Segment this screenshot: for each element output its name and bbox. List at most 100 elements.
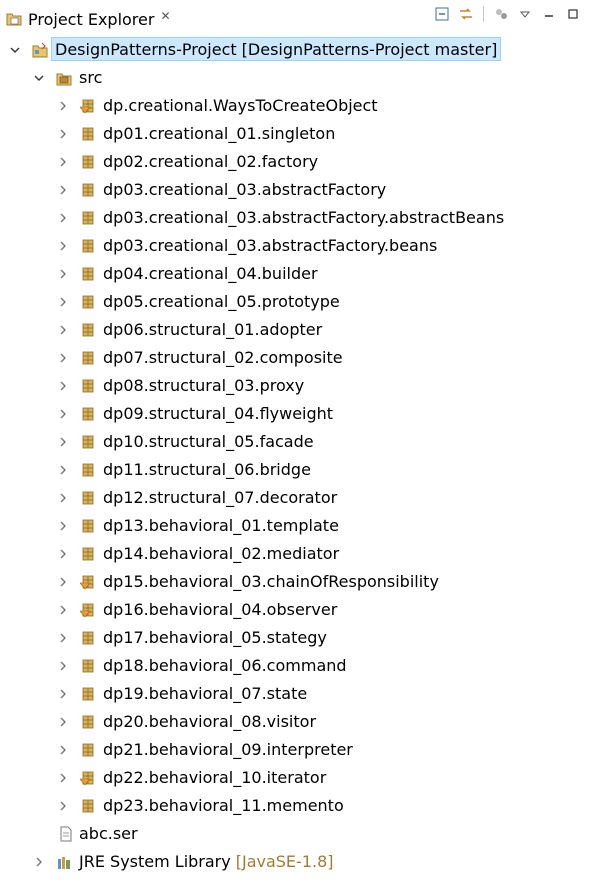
package-label-box[interactable]: dp03.creational_03.abstractFactory.abstr…: [99, 205, 508, 229]
library-label-box[interactable]: JRE System Library [JavaSE-1.8]: [75, 849, 338, 873]
chevron-right-icon[interactable]: [56, 602, 70, 618]
view-tab[interactable]: Project Explorer ✕: [0, 4, 179, 34]
chevron-right-icon[interactable]: [32, 854, 46, 870]
package-label-box[interactable]: dp01.creational_01.singleton: [99, 121, 339, 145]
package-label-box[interactable]: dp03.creational_03.abstractFactory: [99, 177, 390, 201]
package-label-box[interactable]: dp10.structural_05.facade: [99, 429, 318, 453]
tree-row-package[interactable]: dp07.structural_02.composite: [0, 344, 592, 372]
tree-row-src[interactable]: src: [0, 64, 592, 92]
chevron-right-icon[interactable]: [56, 490, 70, 506]
collapse-all-icon[interactable]: [433, 5, 451, 23]
package-icon: [82, 379, 94, 393]
tree-row-package[interactable]: dp01.creational_01.singleton: [0, 120, 592, 148]
chevron-right-icon[interactable]: [56, 378, 70, 394]
tree-row-package[interactable]: dp03.creational_03.abstractFactory.beans: [0, 232, 592, 260]
package-label-box[interactable]: dp14.behavioral_02.mediator: [99, 541, 343, 565]
chevron-right-icon[interactable]: [56, 98, 70, 114]
tree-row-package[interactable]: dp19.behavioral_07.state: [0, 680, 592, 708]
tree-row-file[interactable]: abc.ser: [0, 820, 592, 848]
chevron-right-icon[interactable]: [56, 518, 70, 534]
chevron-right-icon[interactable]: [56, 154, 70, 170]
package-label-box[interactable]: dp17.behavioral_05.stategy: [99, 625, 331, 649]
tree-row-package[interactable]: dp11.structural_06.bridge: [0, 456, 592, 484]
package-label-box[interactable]: dp02.creational_02.factory: [99, 149, 322, 173]
package-label-box[interactable]: dp04.creational_04.builder: [99, 261, 322, 285]
package-label-box[interactable]: dp13.behavioral_01.template: [99, 513, 343, 537]
package-label-box[interactable]: dp15.behavioral_03.chainOfResponsibility: [99, 569, 443, 593]
chevron-right-icon[interactable]: [56, 406, 70, 422]
package-label-box[interactable]: dp20.behavioral_08.visitor: [99, 709, 320, 733]
chevron-right-icon[interactable]: [56, 238, 70, 254]
package-label-box[interactable]: dp21.behavioral_09.interpreter: [99, 737, 357, 761]
package-label-box[interactable]: dp18.behavioral_06.command: [99, 653, 351, 677]
tree-row-package[interactable]: dp02.creational_02.factory: [0, 148, 592, 176]
package-label-box[interactable]: dp07.structural_02.composite: [99, 345, 347, 369]
package-label-box[interactable]: dp22.behavioral_10.iterator: [99, 765, 330, 789]
tree-row-package[interactable]: dp06.structural_01.adopter: [0, 316, 592, 344]
chevron-right-icon[interactable]: [56, 434, 70, 450]
tree-row-package[interactable]: dp12.structural_07.decorator: [0, 484, 592, 512]
package-label-box[interactable]: dp19.behavioral_07.state: [99, 681, 311, 705]
chevron-right-icon[interactable]: [56, 322, 70, 338]
tree-row-package[interactable]: dp22.behavioral_10.iterator: [0, 764, 592, 792]
tree-row-package[interactable]: dp03.creational_03.abstractFactory.abstr…: [0, 204, 592, 232]
chevron-right-icon[interactable]: [56, 210, 70, 226]
package-label-box[interactable]: dp03.creational_03.abstractFactory.beans: [99, 233, 441, 257]
src-label-box[interactable]: src: [75, 65, 106, 89]
tree-row-package[interactable]: dp18.behavioral_06.command: [0, 652, 592, 680]
chevron-right-icon[interactable]: [56, 350, 70, 366]
tree-row-package[interactable]: dp17.behavioral_05.stategy: [0, 624, 592, 652]
package-label-box[interactable]: dp16.behavioral_04.observer: [99, 597, 341, 621]
tree-row-package[interactable]: dp04.creational_04.builder: [0, 260, 592, 288]
tree-row-package[interactable]: dp13.behavioral_01.template: [0, 512, 592, 540]
tree-row-package[interactable]: dp10.structural_05.facade: [0, 428, 592, 456]
package-label-box[interactable]: dp12.structural_07.decorator: [99, 485, 341, 509]
chevron-right-icon[interactable]: [56, 546, 70, 562]
link-with-editor-icon[interactable]: [457, 5, 475, 23]
minimize-icon[interactable]: [540, 5, 558, 23]
tree-row-package[interactable]: dp20.behavioral_08.visitor: [0, 708, 592, 736]
package-label-box[interactable]: dp.creational.WaysToCreateObject: [99, 93, 382, 117]
chevron-right-icon[interactable]: [56, 686, 70, 702]
tree-row-library[interactable]: JRE System Library [JavaSE-1.8]: [0, 848, 592, 876]
tree-row-package[interactable]: dp15.behavioral_03.chainOfResponsibility: [0, 568, 592, 596]
chevron-right-icon[interactable]: [56, 742, 70, 758]
package-label-box[interactable]: dp06.structural_01.adopter: [99, 317, 326, 341]
tree-row-project[interactable]: DesignPatterns-Project [DesignPatterns-P…: [0, 36, 592, 64]
tree-row-package[interactable]: dp09.structural_04.flyweight: [0, 400, 592, 428]
tree-row-package[interactable]: dp05.creational_05.prototype: [0, 288, 592, 316]
chevron-right-icon[interactable]: [56, 714, 70, 730]
tree-row-package[interactable]: dp21.behavioral_09.interpreter: [0, 736, 592, 764]
chevron-right-icon[interactable]: [56, 574, 70, 590]
maximize-icon[interactable]: [564, 5, 582, 23]
chevron-right-icon[interactable]: [56, 182, 70, 198]
tree-row-package[interactable]: dp16.behavioral_04.observer: [0, 596, 592, 624]
tree-row-package[interactable]: dp.creational.WaysToCreateObject: [0, 92, 592, 120]
tree-row-package[interactable]: dp08.structural_03.proxy: [0, 372, 592, 400]
chevron-right-icon[interactable]: [56, 294, 70, 310]
chevron-right-icon[interactable]: [56, 630, 70, 646]
chevron-right-icon[interactable]: [56, 266, 70, 282]
package-label-box[interactable]: dp05.creational_05.prototype: [99, 289, 344, 313]
project-label-box[interactable]: DesignPatterns-Project [DesignPatterns-P…: [51, 37, 502, 61]
view-menu-icon[interactable]: [516, 5, 534, 23]
package-icon: [80, 771, 94, 786]
file-label-box[interactable]: abc.ser: [75, 821, 142, 845]
chevron-right-icon[interactable]: [56, 798, 70, 814]
close-icon[interactable]: ✕: [160, 9, 170, 23]
package-label-box[interactable]: dp09.structural_04.flyweight: [99, 401, 337, 425]
tree-row-package[interactable]: dp14.behavioral_02.mediator: [0, 540, 592, 568]
chevron-right-icon[interactable]: [56, 126, 70, 142]
tree-row-package[interactable]: dp23.behavioral_11.memento: [0, 792, 592, 820]
chevron-right-icon[interactable]: [56, 462, 70, 478]
package-label-box[interactable]: dp08.structural_03.proxy: [99, 373, 308, 397]
chevron-right-icon[interactable]: [56, 658, 70, 674]
package-label-box[interactable]: dp11.structural_06.bridge: [99, 457, 315, 481]
chevron-down-icon[interactable]: [32, 70, 46, 86]
filter-icon[interactable]: [492, 5, 510, 23]
package-icon: [82, 127, 94, 141]
chevron-right-icon[interactable]: [56, 770, 70, 786]
chevron-down-icon[interactable]: [8, 42, 22, 58]
tree-row-package[interactable]: dp03.creational_03.abstractFactory: [0, 176, 592, 204]
package-label-box[interactable]: dp23.behavioral_11.memento: [99, 793, 348, 817]
